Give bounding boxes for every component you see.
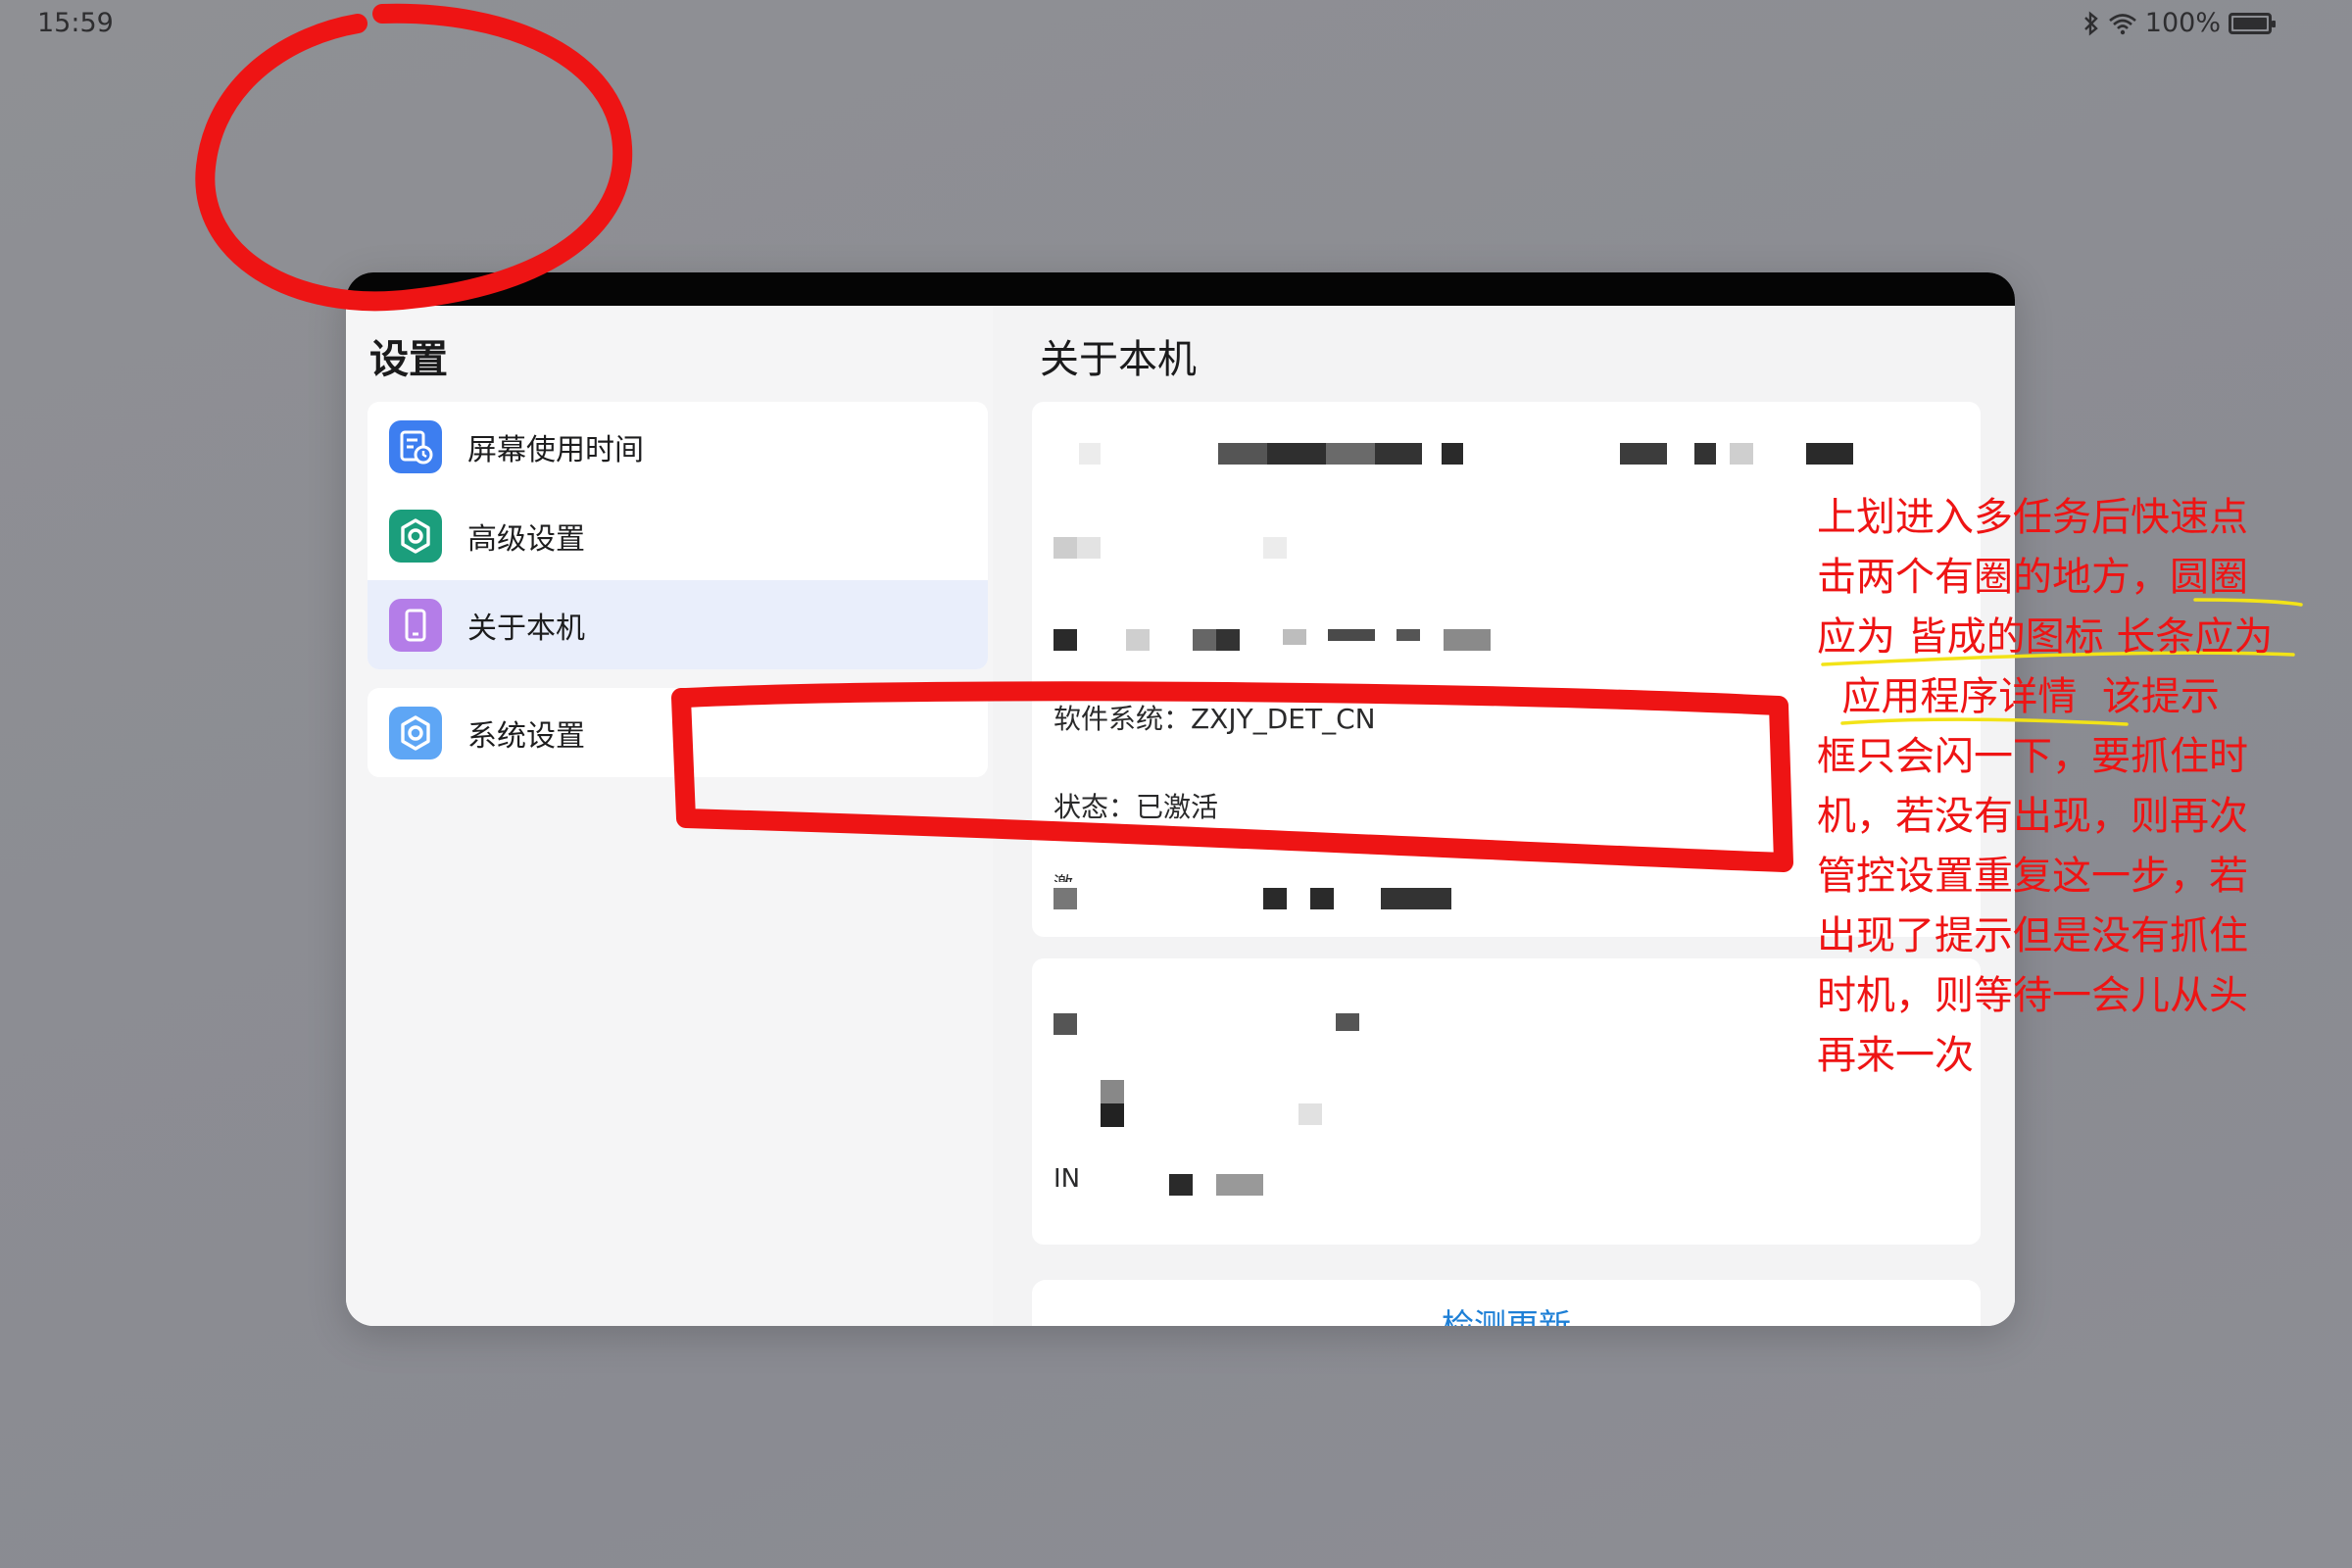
card-top-bar [346,272,2015,306]
software-system-row: 软件系统：ZXJY_DET_CN [1054,703,1376,735]
annotation-line: 击两个有圈的地方，圆圈 [1817,555,2248,600]
menu-item-advanced-settings[interactable]: 高级设置 [368,491,988,580]
menu-group-main: 屏幕使用时间 高级设置 关于本机 [368,402,988,669]
status-time: 15:59 [37,8,114,38]
annotation-line: 再来一次 [1817,1033,1974,1078]
annotation-line: 出现了提示但是没有抓住 [1817,913,2248,958]
annotation-line: 应用程序详情 该提示 [1817,674,2220,719]
battery-percent: 100% [2144,8,2221,38]
menu-group-system: 系统设置 [368,688,988,777]
menu-label-system-settings: 系统设置 [467,718,585,754]
annotation-line: 上划进入多任务后快速点 [1817,495,2248,540]
in-row: IN [1054,1164,1081,1194]
annotation-line: 机，若没有出现，则再次 [1817,794,2248,839]
bluetooth-icon [2083,10,2098,36]
check-update-label: 检测更新 [1442,1306,1571,1326]
annotation-line: 时机，则等待一会儿从头 [1817,973,2248,1018]
wifi-icon [2108,13,2136,34]
settings-nav-pane: 设置 屏幕使用时间 高级设置 关于本机 系统设置 [346,306,993,1326]
phone-icon [389,598,442,652]
menu-item-screen-time[interactable]: 屏幕使用时间 [368,402,988,491]
screen-time-icon [389,419,442,473]
handwritten-annotation-text: 上划进入多任务后快速点 击两个有圈的地方，圆圈 应为 皆成的图标 长条应为 应用… [1817,488,2327,1086]
settings-app-card[interactable]: 设置 屏幕使用时间 高级设置 关于本机 系统设置 关于本机 软件系统：ZXJY_… [346,272,2015,1326]
settings-title: 设置 [369,337,448,382]
about-device-title: 关于本机 [1040,337,1197,382]
menu-label-screen-time: 屏幕使用时间 [467,432,644,467]
annotation-line: 管控设置重复这一步，若 [1817,854,2248,899]
menu-label-about-device: 关于本机 [467,611,585,646]
partial-row: 激 [1054,868,1073,882]
system-settings-gear-icon [389,706,442,760]
battery-icon [2229,12,2276,34]
status-bar: 15:59 100% [0,0,2352,49]
menu-item-system-settings[interactable]: 系统设置 [368,688,988,777]
annotation-line: 应为 皆成的图标 长条应为 [1817,614,2274,660]
menu-label-advanced-settings: 高级设置 [467,521,585,557]
check-update-button[interactable]: 检测更新 [1032,1280,1981,1326]
advanced-settings-gear-icon [389,509,442,563]
activation-status-row: 状态：已激活 [1054,791,1219,823]
red-circle-annotation [195,3,633,312]
annotation-line: 框只会闪一下，要抓住时 [1817,734,2248,779]
status-right-group: 100% [2082,8,2276,38]
menu-item-about-device[interactable]: 关于本机 [368,580,988,669]
